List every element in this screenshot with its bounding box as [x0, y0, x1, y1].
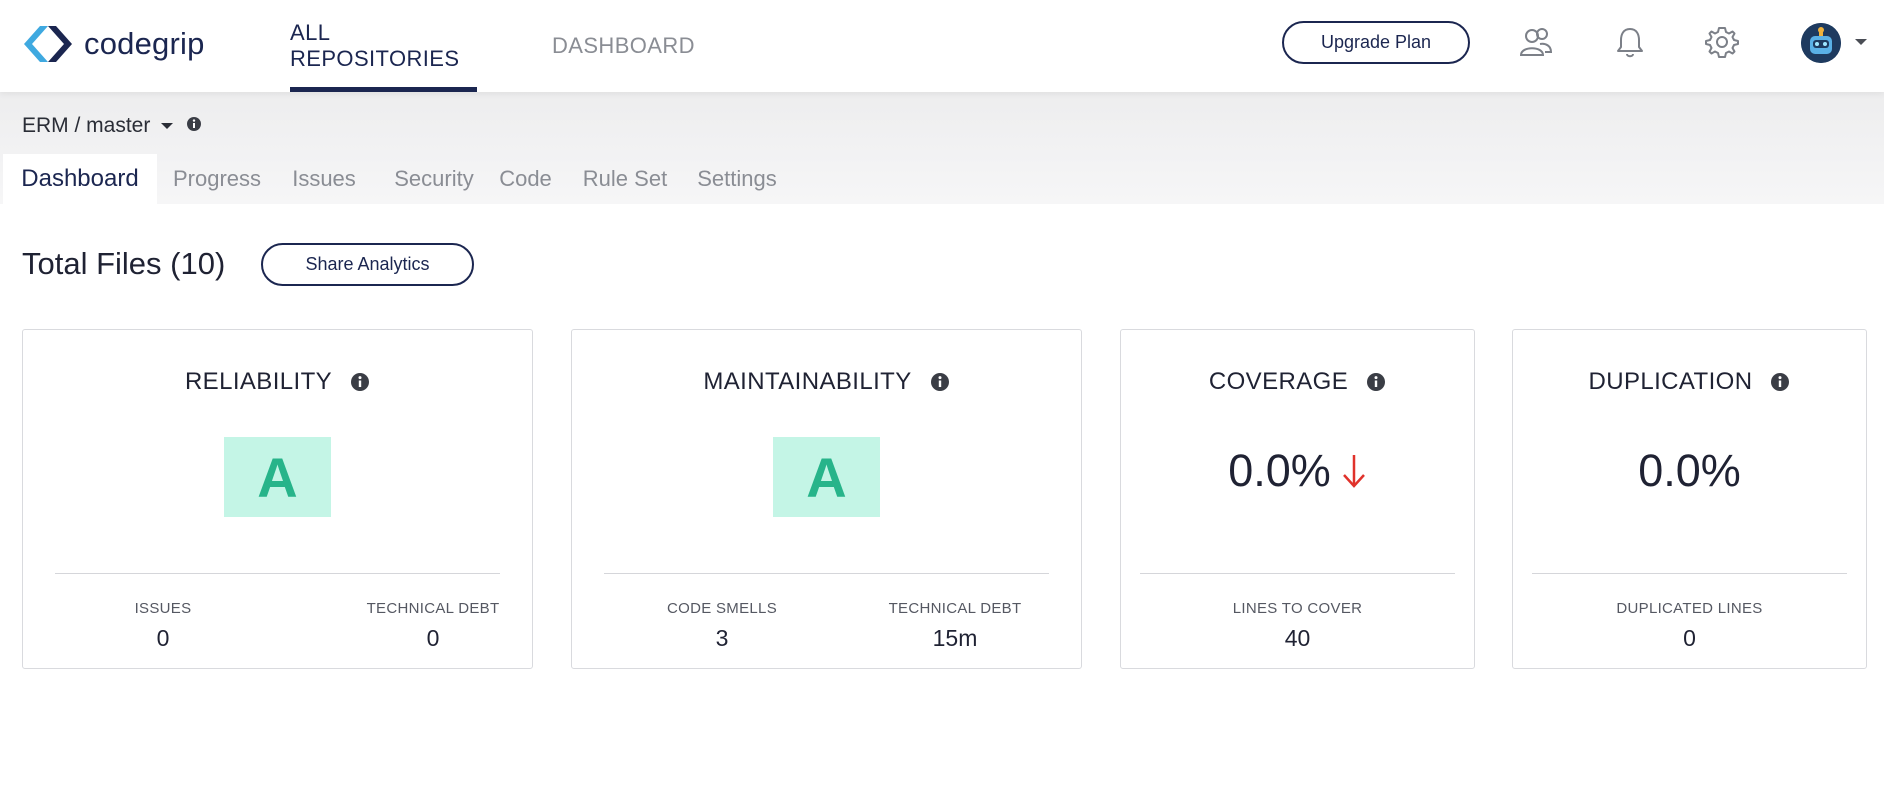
info-icon[interactable]: [1770, 372, 1790, 392]
metric-label: TECHNICAL DEBT: [888, 600, 1022, 617]
card-divider: [1140, 573, 1455, 574]
card-divider: [604, 573, 1049, 574]
nav-tab-all-repositories[interactable]: ALL REPOSITORIES: [290, 0, 477, 92]
coverage-card: COVERAGE 0.0% LINES TO COVER 40: [1120, 329, 1475, 669]
tab-issues[interactable]: Issues: [290, 154, 358, 204]
card-divider: [55, 573, 500, 574]
duplication-value: 0.0%: [1513, 445, 1866, 497]
technical-debt-metric: TECHNICAL DEBT 15m: [865, 600, 1045, 652]
metric-label: CODE SMELLS: [667, 600, 777, 617]
card-title: RELIABILITY: [184, 368, 333, 395]
issues-metric: ISSUES 0: [83, 600, 243, 652]
technical-debt-metric: TECHNICAL DEBT 0: [323, 600, 543, 652]
info-icon[interactable]: [1366, 372, 1386, 392]
metric-label: LINES TO COVER: [1232, 600, 1363, 617]
metric-value[interactable]: 3: [622, 625, 822, 652]
tab-progress[interactable]: Progress: [170, 154, 264, 204]
logo-text: codegrip: [84, 26, 205, 61]
tab-security[interactable]: Security: [385, 154, 483, 204]
repository-header: [0, 92, 1884, 204]
coverage-percentage: 0.0%: [1228, 445, 1331, 496]
coverage-value: 0.0%: [1121, 445, 1474, 497]
info-icon[interactable]: [350, 372, 370, 392]
metric-label: DUPLICATED LINES: [1616, 600, 1763, 617]
metric-value[interactable]: 0: [83, 625, 243, 652]
bell-icon[interactable]: [1612, 24, 1648, 60]
duplicated-lines-metric: DUPLICATED LINES 0: [1513, 600, 1866, 652]
tab-code[interactable]: Code: [498, 154, 553, 204]
nav-tab-dashboard[interactable]: DASHBOARD: [552, 0, 695, 92]
gear-icon[interactable]: [1704, 24, 1740, 60]
reliability-grade-badge: A: [224, 437, 331, 517]
metric-value[interactable]: 0: [1513, 625, 1866, 652]
tab-dashboard[interactable]: Dashboard: [3, 154, 157, 204]
tab-settings[interactable]: Settings: [695, 154, 779, 204]
card-title: DUPLICATION: [1588, 368, 1753, 395]
info-icon[interactable]: [186, 116, 202, 132]
codegrip-logo-icon: [24, 26, 72, 62]
total-files-heading: Total Files (10): [22, 246, 226, 281]
repository-branch-label: ERM / master: [22, 114, 151, 137]
share-analytics-button[interactable]: Share Analytics: [261, 243, 474, 286]
codegrip-logo[interactable]: codegrip: [20, 22, 205, 66]
metric-label: TECHNICAL DEBT: [366, 600, 500, 617]
lines-to-cover-metric: LINES TO COVER 40: [1121, 600, 1474, 652]
avatar[interactable]: [1801, 23, 1841, 63]
caret-down-icon: [161, 123, 174, 129]
caret-down-icon[interactable]: [1854, 37, 1868, 47]
tab-rule-set[interactable]: Rule Set: [582, 154, 668, 204]
card-title: COVERAGE: [1208, 368, 1349, 395]
card-title: MAINTAINABILITY: [703, 368, 912, 395]
metric-value[interactable]: 15m: [865, 625, 1045, 652]
duplication-percentage: 0.0%: [1638, 445, 1741, 496]
avatar-robot-icon: [1801, 23, 1841, 63]
repository-branch-selector[interactable]: ERM / master: [22, 114, 174, 138]
info-icon[interactable]: [930, 372, 950, 392]
maintainability-grade-badge: A: [773, 437, 880, 517]
duplication-card: DUPLICATION 0.0% DUPLICATED LINES 0: [1512, 329, 1867, 669]
metric-value[interactable]: 0: [323, 625, 543, 652]
users-icon[interactable]: [1518, 24, 1554, 60]
arrow-down-icon: [1342, 455, 1365, 488]
reliability-card: RELIABILITY A ISSUES 0 TECHNICAL DEBT 0: [22, 329, 533, 669]
upgrade-plan-button[interactable]: Upgrade Plan: [1282, 21, 1470, 64]
metric-value[interactable]: 40: [1121, 625, 1474, 652]
code-smells-metric: CODE SMELLS 3: [622, 600, 822, 652]
maintainability-card: MAINTAINABILITY A CODE SMELLS 3 TECHNICA…: [571, 329, 1082, 669]
top-navigation-bar: codegrip ALL REPOSITORIES DASHBOARD Upgr…: [0, 0, 1884, 92]
metric-label: ISSUES: [134, 600, 192, 617]
card-divider: [1532, 573, 1847, 574]
